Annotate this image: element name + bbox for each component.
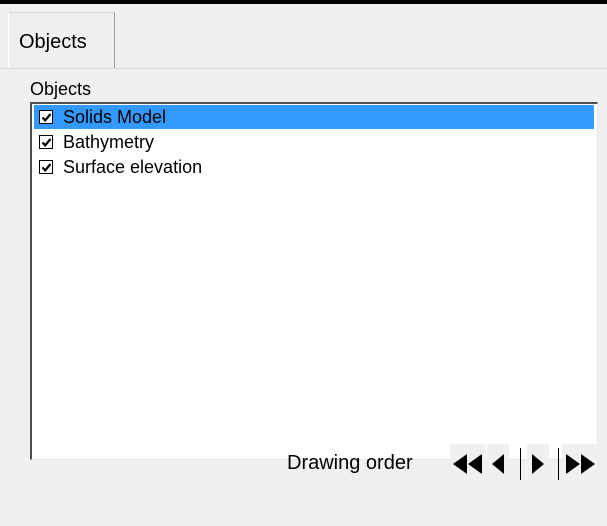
move-backward-button[interactable]	[487, 444, 509, 484]
list-item-solids-model[interactable]: Solids Model	[34, 105, 594, 129]
checkbox-checked-icon[interactable]	[39, 160, 53, 174]
move-to-front-button[interactable]	[562, 444, 598, 484]
right-arrow-icon	[532, 454, 544, 474]
list-item-bathymetry[interactable]: Bathymetry	[34, 130, 594, 154]
tab-objects[interactable]: Objects	[8, 12, 115, 72]
list-item-label: Solids Model	[63, 106, 167, 127]
objects-group-label: Objects	[30, 79, 92, 99]
list-item-surface-elevation[interactable]: Surface elevation	[34, 155, 594, 179]
checkbox-checked-icon[interactable]	[39, 110, 53, 124]
objects-panel: Objects Solids Model Bathymetry Surface …	[0, 69, 607, 526]
tab-strip: Objects	[0, 4, 607, 72]
double-left-arrow-icon	[453, 454, 482, 474]
order-buttons-divider	[520, 448, 521, 480]
checkbox-checked-icon[interactable]	[39, 135, 53, 149]
double-right-arrow-icon	[566, 454, 595, 474]
left-arrow-icon	[492, 454, 504, 474]
drawing-order-label: Drawing order	[287, 452, 413, 474]
objects-listbox[interactable]: Solids Model Bathymetry Surface elevatio…	[30, 102, 598, 460]
move-forward-button[interactable]	[527, 444, 549, 484]
order-buttons-divider	[558, 448, 559, 480]
list-item-label: Surface elevation	[63, 156, 203, 177]
list-item-label: Bathymetry	[63, 131, 155, 152]
move-to-back-button[interactable]	[450, 444, 486, 484]
tab-objects-label: Objects	[19, 31, 87, 53]
